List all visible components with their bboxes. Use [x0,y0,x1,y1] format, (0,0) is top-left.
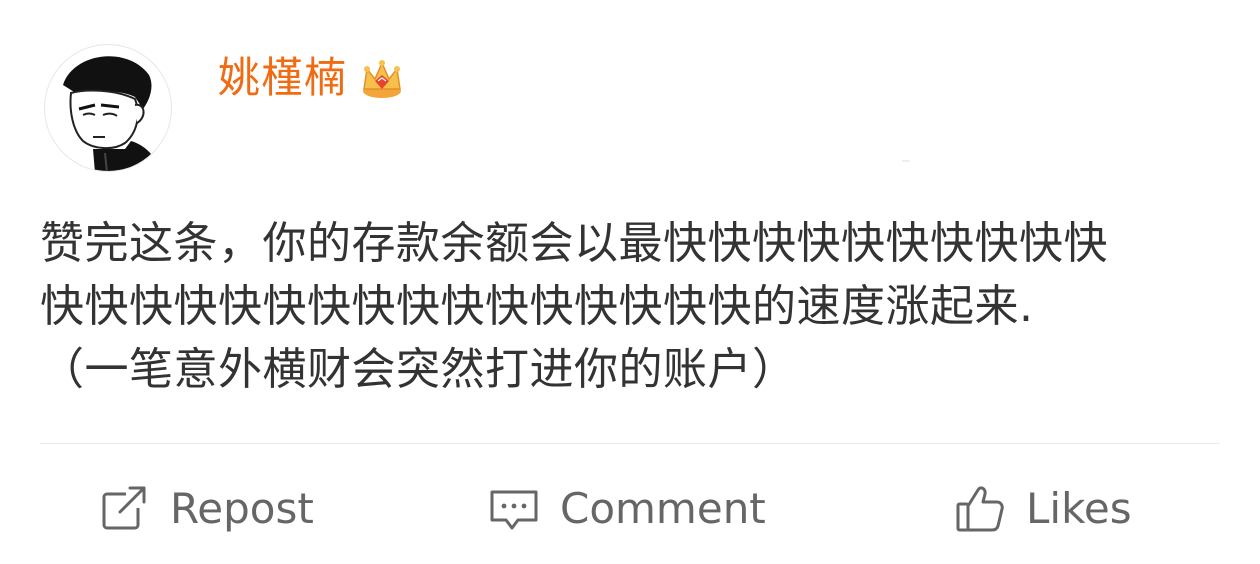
repost-icon [98,482,150,534]
comment-button[interactable]: Comment [488,470,766,546]
like-button[interactable]: Likes [954,470,1132,546]
avatar[interactable] [44,44,172,172]
action-bar: Repost Comment Likes [0,470,1260,546]
divider-mark [902,160,910,162]
weibo-post-card: 姚槿楠 赞完这条，你的存款余额会以最快快快快快快快快快快 快快快快快快快快快快快… [0,0,1260,564]
divider [40,443,1220,444]
thumbs-up-icon [954,482,1006,534]
anime-avatar-icon [63,56,161,171]
repost-button[interactable]: Repost [98,470,314,546]
author-row: 姚槿楠 [218,50,405,106]
comment-label: Comment [560,483,766,533]
post-content: 赞完这条，你的存款余额会以最快快快快快快快快快快 快快快快快快快快快快快快快快快… [40,218,1108,395]
repost-label: Repost [170,483,314,533]
comment-icon [488,482,540,534]
author-name[interactable]: 姚槿楠 [218,50,347,106]
likes-label: Likes [1026,483,1132,533]
crown-badge-icon [363,60,402,98]
